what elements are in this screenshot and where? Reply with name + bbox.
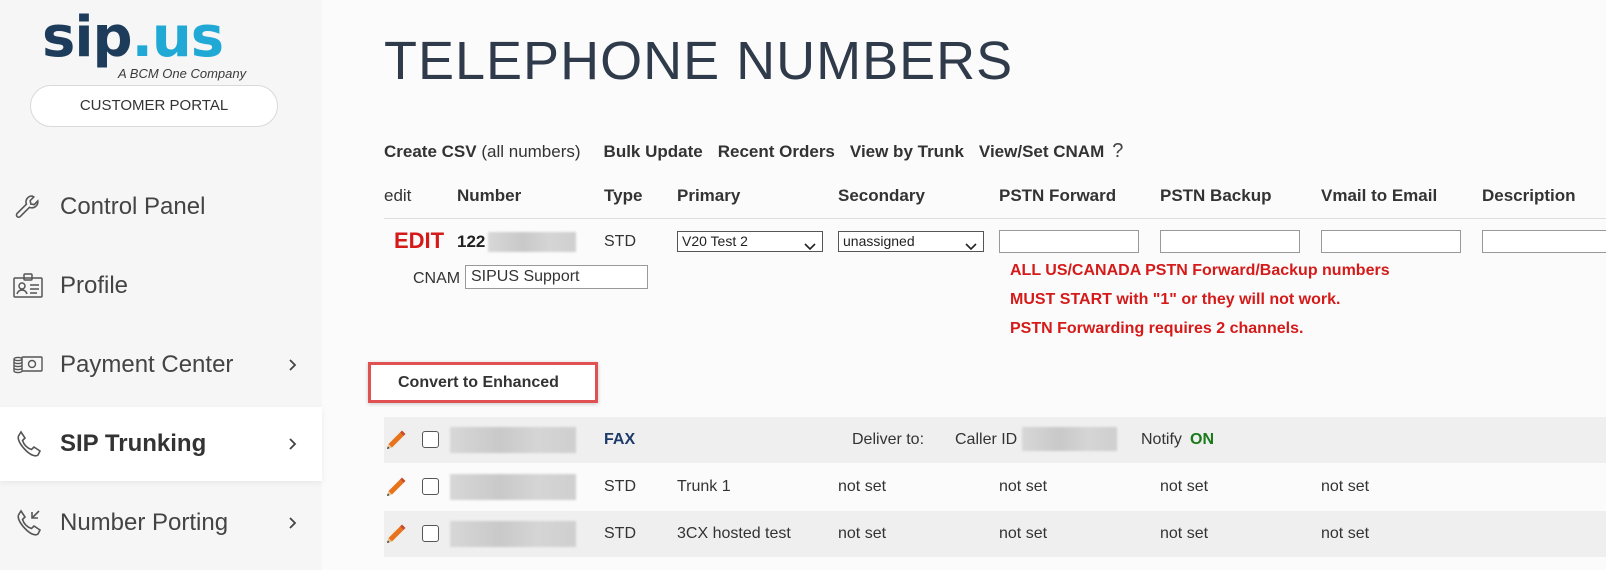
- row-pstn-backup: not set: [1160, 478, 1209, 495]
- view-set-cnam-link[interactable]: View/Set CNAM: [979, 142, 1104, 162]
- create-csv-link[interactable]: Create CSV (all numbers): [384, 142, 581, 162]
- logo-wordmark: sip.us: [42, 5, 224, 70]
- row-type: STD: [604, 525, 636, 542]
- description-input[interactable]: [1482, 230, 1606, 253]
- help-icon[interactable]: ?: [1112, 140, 1123, 163]
- column-header-description: Description: [1482, 186, 1576, 205]
- row-secondary: not set: [838, 478, 887, 495]
- cnam-label: CNAM: [413, 270, 461, 287]
- header-divider: [384, 218, 1606, 219]
- sidebar-item-label: Payment Center: [60, 351, 234, 378]
- column-header-edit: edit: [384, 186, 412, 205]
- column-header-pstn-forward: PSTN Forward: [999, 186, 1117, 205]
- cnam-input[interactable]: SIPUS Support: [465, 265, 648, 289]
- chevron-down-icon: [804, 237, 816, 251]
- wrench-icon: [12, 191, 44, 223]
- sidebar-item-label: Control Panel: [60, 193, 206, 220]
- chevron-right-icon: [286, 358, 300, 372]
- customer-portal-button[interactable]: CUSTOMER PORTAL: [30, 85, 278, 127]
- edit-type: STD: [604, 233, 636, 250]
- redacted-number: [450, 521, 576, 547]
- table-row: FAX Deliver to: Caller ID Notify ON: [384, 417, 1606, 463]
- redacted-number: [488, 232, 576, 252]
- sidebar-item-sip-trunking[interactable]: SIP Trunking: [0, 407, 322, 481]
- sidebar-item-payment-center[interactable]: Payment Center: [0, 328, 322, 402]
- pencil-icon[interactable]: [384, 475, 408, 499]
- column-header-type: Type: [604, 186, 643, 205]
- pstn-backup-input[interactable]: [1160, 230, 1300, 253]
- row-secondary: not set: [838, 525, 887, 542]
- column-header-primary: Primary: [677, 186, 741, 205]
- row-checkbox[interactable]: [422, 431, 439, 448]
- sidebar-item-label: Profile: [60, 272, 129, 299]
- notify-label: Notify: [1141, 431, 1182, 448]
- phone-icon: [12, 428, 44, 460]
- id-card-icon: [12, 270, 44, 302]
- edit-number-prefix: 122: [457, 232, 486, 251]
- sidebar-item-number-porting[interactable]: Number Porting: [0, 486, 322, 560]
- pstn-forward-input[interactable]: [999, 230, 1139, 253]
- edit-label: EDIT: [394, 228, 445, 253]
- convert-to-enhanced-button[interactable]: Convert to Enhanced: [368, 362, 598, 403]
- redacted-caller-id: [1022, 427, 1117, 451]
- warning-line-3: PSTN Forwarding requires 2 channels.: [1010, 320, 1304, 337]
- warning-line-1: ALL US/CANADA PSTN Forward/Backup number…: [1010, 262, 1390, 279]
- column-header-pstn-backup: PSTN Backup: [1160, 186, 1272, 205]
- cash-icon: [12, 349, 44, 381]
- column-header-number: Number: [457, 186, 522, 205]
- vmail-to-email-input[interactable]: [1321, 230, 1461, 253]
- view-by-trunk-link[interactable]: View by Trunk: [850, 142, 964, 162]
- sidebar-item-label: Number Porting: [60, 509, 229, 536]
- bulk-update-link[interactable]: Bulk Update: [604, 142, 703, 162]
- chevron-down-icon: [965, 237, 977, 251]
- row-type: STD: [604, 478, 636, 495]
- sidebar-item-control-panel[interactable]: Control Panel: [0, 170, 322, 244]
- phone-incoming-icon: [12, 507, 44, 539]
- recent-orders-link[interactable]: Recent Orders: [718, 142, 835, 162]
- notify-status[interactable]: ON: [1190, 431, 1214, 449]
- sidebar-item-label: SIP Trunking: [60, 430, 207, 457]
- caller-id-label: Caller ID: [955, 431, 1018, 448]
- row-primary: 3CX hosted test: [677, 525, 791, 542]
- primary-select[interactable]: V20 Test 2: [677, 231, 823, 252]
- logo-tagline: A BCM One Company: [118, 66, 247, 81]
- sidebar: sip.us A BCM One Company CUSTOMER PORTAL…: [0, 0, 322, 570]
- row-checkbox[interactable]: [422, 478, 439, 495]
- sipus-logo[interactable]: sip.us A BCM One Company: [40, 6, 280, 86]
- warning-line-2: MUST START with "1" or they will not wor…: [1010, 291, 1341, 308]
- chevron-right-icon: [286, 516, 300, 530]
- table-row: STD 3CX hosted test not set not set not …: [384, 511, 1606, 557]
- page-title: TELEPHONE NUMBERS: [384, 31, 1014, 91]
- column-header-vmail-to-email: Vmail to Email: [1321, 186, 1438, 205]
- table-row: STD Trunk 1 not set not set not set not …: [384, 464, 1606, 510]
- pencil-icon[interactable]: [384, 428, 408, 452]
- chevron-right-icon: [286, 437, 300, 451]
- sidebar-item-profile[interactable]: Profile: [0, 249, 322, 323]
- row-pstn-forward: not set: [999, 478, 1048, 495]
- pencil-icon[interactable]: [384, 522, 408, 546]
- fax-type-label[interactable]: FAX: [604, 431, 635, 449]
- secondary-select[interactable]: unassigned: [838, 231, 984, 252]
- row-vmail: not set: [1321, 478, 1370, 495]
- redacted-number: [450, 474, 576, 500]
- row-pstn-backup: not set: [1160, 525, 1209, 542]
- row-pstn-forward: not set: [999, 525, 1048, 542]
- deliver-to-label: Deliver to:: [852, 431, 925, 448]
- toolbar: Create CSV (all numbers) Bulk Update Rec…: [384, 140, 1123, 163]
- redacted-number: [450, 427, 576, 453]
- row-vmail: not set: [1321, 525, 1370, 542]
- row-primary: Trunk 1: [677, 478, 731, 495]
- column-header-secondary: Secondary: [838, 186, 925, 205]
- row-checkbox[interactable]: [422, 525, 439, 542]
